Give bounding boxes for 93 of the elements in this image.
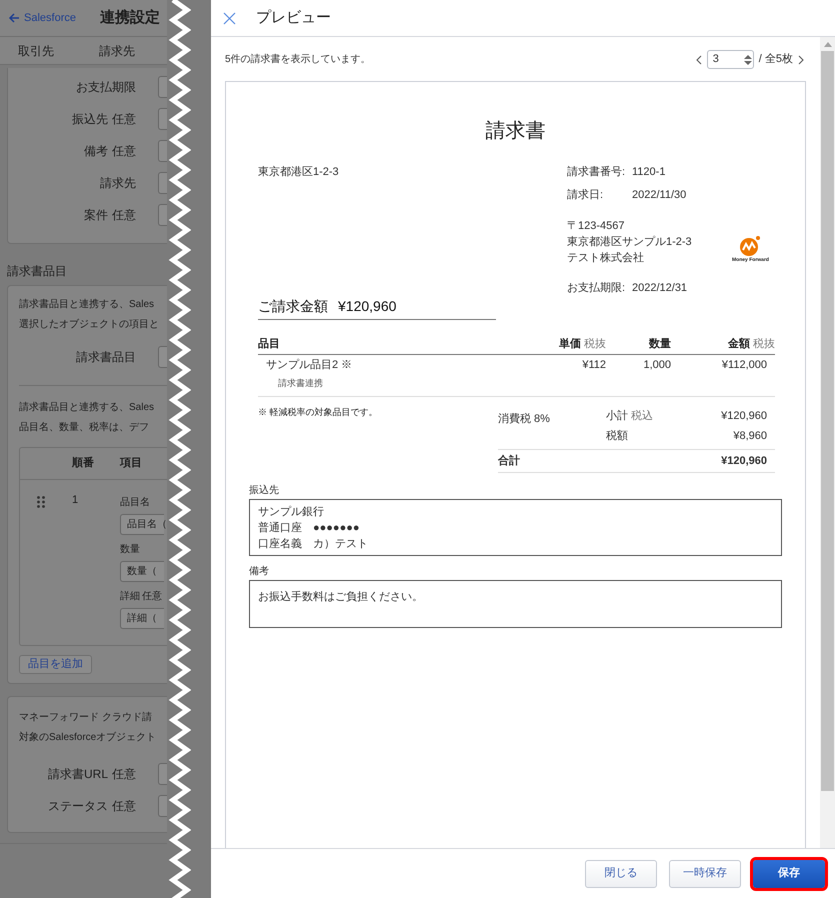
back-link[interactable]: Salesforce [8, 10, 76, 26]
drag-handle-icon[interactable] [37, 496, 45, 508]
bank-line: サンプル銀行 [258, 504, 325, 520]
field-label: 案件 [84, 207, 108, 224]
field-label: 請求先 [100, 175, 136, 192]
field-label: 請求書URL [48, 766, 108, 784]
page-number-field[interactable]: 3 [706, 50, 754, 69]
bank-line: 口座名義 カ）テスト [258, 536, 369, 552]
meta-value: 1120-1 [632, 165, 666, 180]
optional-tag: 任意 [112, 142, 136, 160]
page-title: 連携設定 [100, 8, 160, 28]
next-icon[interactable] [798, 54, 804, 64]
meta-value: 2022/12/31 [632, 281, 688, 296]
close-icon[interactable] [223, 12, 236, 24]
info-text: 5件の請求書を表示しています。 [225, 52, 371, 67]
bank-line: 普通口座 ●●●●●●● [258, 520, 361, 536]
meta-value: 2022/11/30 [632, 188, 686, 203]
previous-icon[interactable] [696, 54, 702, 64]
optional-tag: 任意 [112, 765, 136, 784]
recipient-line: 〒123-4567 [567, 219, 626, 234]
select-field[interactable] [158, 346, 167, 368]
field-label: ステータス [48, 798, 108, 816]
summary-value: ¥120,960 [721, 408, 768, 424]
description-text: 請求書品目と連携する、Sales [19, 298, 156, 312]
optional-tag: 任意 [112, 206, 136, 224]
quantity: 1,000 [642, 358, 671, 374]
tab[interactable]: 請求先 [99, 42, 135, 60]
tax-rate: 消費税 8% [498, 412, 551, 427]
dialog-title: プレビュー [256, 8, 331, 28]
unit-price: ¥112 [581, 358, 606, 374]
tax-note: ※ 軽減税率の対象品目です。 [258, 406, 379, 419]
field-label: 備考 [84, 143, 108, 160]
total-value: ¥120,960 [721, 454, 768, 469]
scrollbar-thumb[interactable] [821, 51, 834, 791]
description-text: 選択したオブジェクトの項目と [19, 318, 160, 332]
summary-value: ¥8,960 [733, 428, 768, 444]
add-item-button[interactable]: 品目を追加 [19, 655, 92, 674]
meta-label: 請求書番号: [567, 164, 626, 180]
description-text: 品目名、数量、税率は、デフ [19, 420, 150, 435]
field-label: 詳細 [120, 590, 140, 604]
field-label: 品目名 [120, 496, 150, 510]
sender-address: 東京都港区1-2-3 [258, 164, 340, 180]
amount-due: ご請求金額 ¥120,960 [258, 296, 496, 320]
recipient-line: テスト株式会社 [567, 251, 645, 266]
invoice-title: 請求書 [484, 119, 546, 144]
field-label: 振込先 [72, 111, 108, 128]
field-label: お支払期限 [76, 79, 136, 96]
optional-tag: 任意 [112, 797, 136, 816]
optional-tag: 任意 [112, 110, 136, 128]
summary-label: 税額 [606, 428, 629, 444]
meta-label: 請求日: [567, 188, 604, 203]
select-field[interactable] [158, 140, 167, 162]
line-amount: ¥112,000 [720, 358, 768, 374]
meta-label: お支払期限: [567, 281, 626, 296]
description-text: 請求書品目と連携する、Sales [19, 400, 156, 415]
column-header: 単価 税抜 [558, 337, 606, 352]
total-label: 合計 [498, 454, 521, 469]
description-text: マネーフォワード クラウド請 [19, 710, 153, 726]
row-number: 1 [72, 493, 80, 508]
remarks-text: お振込手数料はご負担ください。 [258, 591, 423, 603]
select-field[interactable] [158, 172, 167, 194]
item-name: サンプル品目2 ※ [265, 358, 354, 374]
bank-label: 振込先 [249, 484, 280, 498]
column-header: 項目 [120, 456, 142, 472]
column-header: 金額 税抜 [726, 336, 775, 352]
select-field[interactable] [158, 108, 167, 130]
tab[interactable]: 取引先 [18, 42, 54, 60]
remarks-label: 備考 [249, 564, 270, 579]
select-field[interactable] [158, 76, 167, 98]
column-header: 順番 [72, 456, 95, 472]
column-header: 数量 [648, 337, 671, 352]
select-field[interactable]: 数量（ [120, 561, 164, 582]
summary-label: 小計 税込 [606, 408, 654, 424]
back-arrow-icon [8, 12, 20, 24]
item-detail: 請求書連携 [277, 376, 324, 390]
page-total: / 全5枚 [758, 52, 793, 68]
field-label: 請求書品目 [76, 349, 136, 366]
select-field[interactable] [158, 763, 167, 786]
select-field[interactable] [158, 204, 167, 226]
select-field[interactable]: 品目名（ [120, 514, 164, 535]
recipient-line: 東京都港区サンプル1-2-3 [567, 234, 693, 250]
dialog-button[interactable]: 一時保存 [669, 860, 741, 888]
optional-tag: 任意 [142, 588, 162, 604]
select-field[interactable]: 詳細（ [120, 608, 164, 629]
select-field[interactable] [158, 795, 167, 818]
spinner-icon [742, 54, 753, 66]
section-title: 請求書品目 [6, 263, 68, 280]
dialog-button[interactable]: 閉じる [585, 860, 657, 888]
field-label: 数量 [120, 542, 140, 556]
dialog-button[interactable]: 保存 [753, 860, 825, 888]
scroll-up-icon[interactable] [824, 41, 832, 47]
description-text: 対象のSalesforceオブジェクト [19, 730, 158, 746]
column-header: 品目 [258, 337, 281, 352]
